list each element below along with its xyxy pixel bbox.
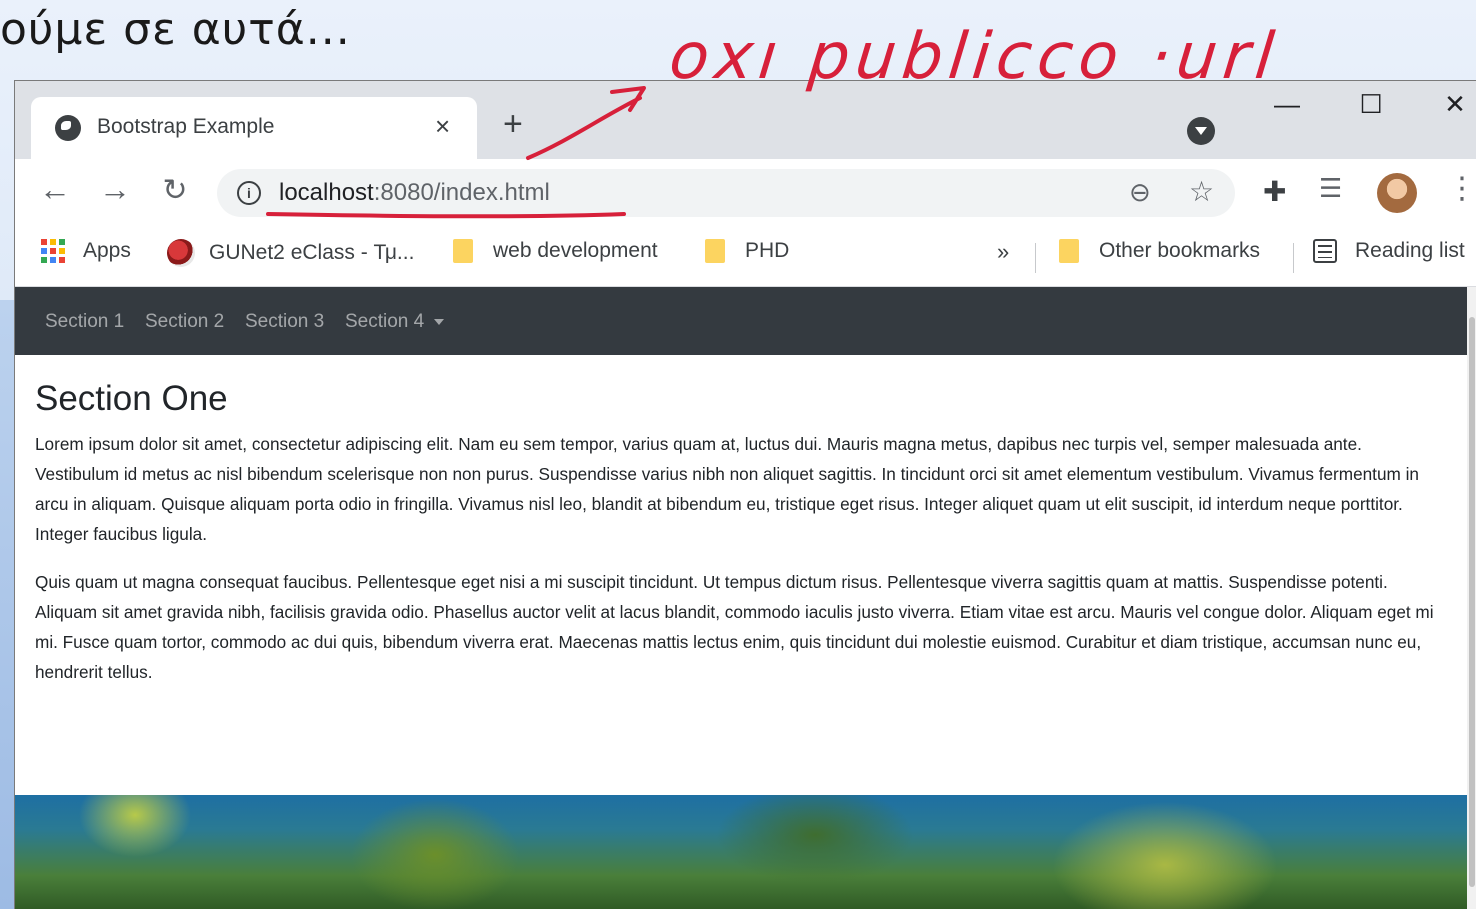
reading-list-button[interactable]: Reading list — [1313, 239, 1465, 263]
bookmark-eclass-label: GUNet2 eClass - Τμ... — [209, 241, 415, 264]
bookmark-web-development[interactable]: web development — [453, 239, 658, 263]
bookmark-divider — [1035, 243, 1036, 273]
annotation-text: oxı publicco ·url — [666, 20, 1284, 94]
eclass-favicon-icon — [167, 239, 195, 267]
maximize-button[interactable]: ☐ — [1351, 89, 1391, 120]
folder-icon — [453, 239, 473, 263]
nav-link-section-2[interactable]: Section 2 — [145, 311, 224, 333]
bookmark-phd[interactable]: PHD — [705, 239, 789, 263]
paragraph-2: Quis quam ut magna consequat faucibus. P… — [35, 572, 1434, 682]
nav-link-section-3[interactable]: Section 3 — [245, 311, 324, 333]
tab-search-icon[interactable] — [1187, 117, 1215, 145]
apps-grid-icon — [41, 239, 65, 263]
hero-landscape-image — [15, 795, 1467, 909]
bookmark-other-label: Other bookmarks — [1099, 239, 1261, 262]
nav-dropdown-section-4[interactable]: Section 4 — [345, 311, 445, 333]
url-text[interactable]: localhost:8080/index.html — [279, 179, 550, 207]
handwritten-annotation: oxı publicco ·url — [662, 0, 1302, 110]
zoom-out-icon[interactable]: ⊖ — [1129, 177, 1151, 208]
new-tab-button[interactable]: + — [503, 107, 523, 141]
globe-favicon-icon — [55, 115, 81, 141]
tab-title: Bootstrap Example — [97, 115, 275, 138]
slide-caption: ούμε σε αυτά... — [0, 4, 351, 55]
folder-icon — [1059, 239, 1079, 263]
vertical-scrollbar[interactable] — [1467, 287, 1476, 909]
bookmark-webdev-label: web development — [493, 239, 658, 262]
section-heading: Section One — [35, 379, 228, 418]
close-tab-icon[interactable]: × — [435, 111, 450, 142]
bookmark-phd-label: PHD — [745, 239, 790, 262]
profile-avatar[interactable] — [1377, 173, 1417, 213]
bookmark-star-icon[interactable]: ☆ — [1189, 175, 1214, 208]
back-arrow-icon[interactable]: ← — [35, 171, 75, 208]
media-controls-icon[interactable]: ☰ — [1319, 173, 1342, 204]
more-bookmarks-chevron-icon[interactable]: » — [997, 239, 1009, 265]
scrollbar-thumb[interactable] — [1469, 317, 1475, 887]
nav-link-section-4: Section 4 — [345, 311, 425, 332]
dropdown-caret-icon — [434, 318, 445, 325]
url-path: :8080/index.html — [373, 179, 550, 206]
paragraph-1: Lorem ipsum dolor sit amet, consectetur … — [35, 434, 1419, 544]
puzzle-extensions-icon[interactable]: ✚ — [1263, 175, 1286, 208]
bookmark-apps[interactable]: Apps — [41, 239, 131, 263]
kebab-menu-icon[interactable]: ⋮ — [1447, 171, 1476, 206]
address-bar[interactable]: i localhost:8080/index.html ⊖ ☆ — [217, 169, 1235, 217]
browser-window: Bootstrap Example × + — ☐ ✕ ← → ↻ i loca… — [14, 80, 1476, 909]
section-one: Section One Lorem ipsum dolor sit amet, … — [35, 379, 1435, 705]
url-host: localhost — [279, 179, 374, 206]
close-window-button[interactable]: ✕ — [1435, 89, 1475, 120]
site-navbar: Section 1 Section 2 Section 3 Section 4 — [15, 287, 1467, 355]
browser-toolbar: ← → ↻ i localhost:8080/index.html ⊖ ☆ ✚ … — [15, 159, 1476, 225]
slide-side-decoration — [0, 300, 14, 909]
folder-icon — [705, 239, 725, 263]
bookmark-apps-label: Apps — [83, 239, 131, 262]
forward-arrow-icon[interactable]: → — [95, 171, 135, 208]
reading-list-icon — [1313, 239, 1337, 263]
bookmark-divider — [1293, 243, 1294, 273]
reload-icon[interactable]: ↻ — [155, 173, 195, 208]
bookmark-other[interactable]: Other bookmarks — [1059, 239, 1260, 263]
reading-list-label: Reading list — [1355, 239, 1465, 262]
bookmark-eclass[interactable]: GUNet2 eClass - Τμ... — [167, 239, 414, 267]
page-viewport: Section 1 Section 2 Section 3 Section 4 … — [15, 287, 1476, 909]
info-icon[interactable]: i — [237, 181, 261, 205]
bookmarks-bar: Apps GUNet2 eClass - Τμ... web developme… — [15, 225, 1476, 287]
nav-link-section-1[interactable]: Section 1 — [45, 311, 124, 333]
tab-bootstrap-example[interactable]: Bootstrap Example × — [31, 97, 477, 159]
